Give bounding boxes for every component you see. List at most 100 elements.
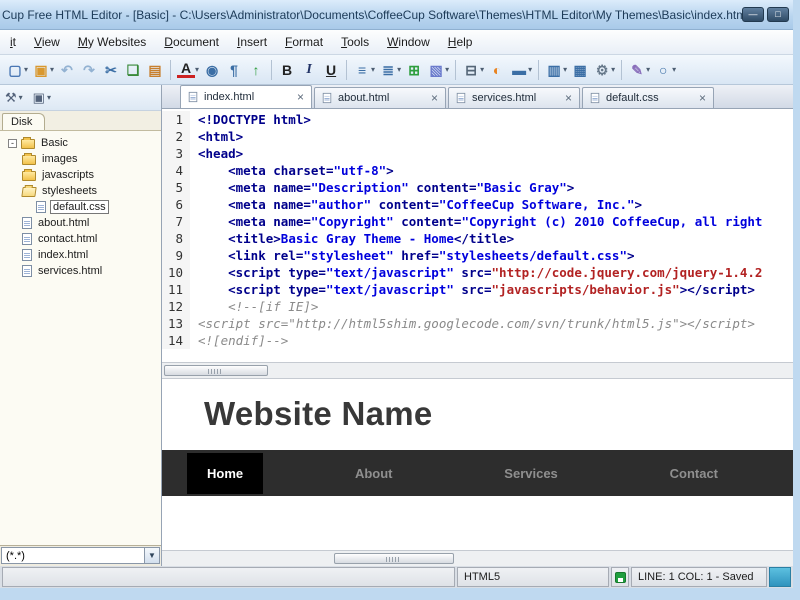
window-titlebar[interactable]: Cup Free HTML Editor - [Basic] - C:\User…	[0, 0, 793, 30]
publish-upload-button[interactable]: ↑	[245, 58, 267, 82]
styles-icon: ▬	[512, 61, 527, 78]
tree-item-basic[interactable]: - Basic	[2, 135, 159, 151]
preview-nav-services[interactable]: Services	[484, 453, 578, 494]
menu-view[interactable]: View	[25, 31, 69, 53]
tree-item-about-html[interactable]: about.html	[2, 215, 159, 231]
copy-button[interactable]: ❏	[122, 58, 144, 82]
tree-item-javascripts[interactable]: javascripts	[2, 167, 159, 183]
list-icon: ≣	[382, 61, 394, 78]
close-icon[interactable]: ×	[297, 91, 304, 103]
frames-icon: ▦	[573, 61, 587, 78]
italic-button[interactable]: I	[298, 58, 320, 82]
scrollbar-thumb[interactable]	[164, 365, 268, 376]
line-number: 9	[162, 247, 190, 264]
editor-horizontal-scrollbar[interactable]	[162, 362, 793, 378]
window-controls: — □	[742, 7, 789, 22]
tab-disk[interactable]: Disk	[2, 113, 46, 130]
preview-nav-home[interactable]: Home	[187, 452, 264, 494]
tree-item-contact-html[interactable]: contact.html	[2, 231, 159, 247]
file-filter-combo[interactable]: (*.*) ▼	[1, 547, 160, 564]
align-button[interactable]: ≡ ▾	[351, 58, 377, 82]
menu-document[interactable]: Document	[155, 31, 228, 53]
maximize-button[interactable]: □	[767, 7, 789, 22]
insert-image-icon: ▧	[429, 61, 443, 78]
bold-button[interactable]: B	[276, 58, 298, 82]
tab-services-html[interactable]: services.html ×	[448, 87, 580, 108]
close-icon[interactable]: ×	[565, 92, 572, 104]
code-editor[interactable]: 1 <!DOCTYPE html> 2 <html> 3 <head> 4 <meta ch…	[162, 109, 793, 362]
minimize-button[interactable]: —	[742, 7, 764, 22]
editor-column: index.html × about.html × services.html × defa…	[162, 85, 793, 566]
code-line: 8 <title>Basic Gray Theme - Home</title>	[162, 230, 793, 247]
code-line: 11 <script type="text/javascript" src="j…	[162, 281, 793, 298]
scrollbar-thumb[interactable]	[334, 553, 454, 564]
chevron-down-icon: ▾	[646, 65, 651, 74]
menu-format[interactable]: Format	[276, 31, 332, 53]
monitor-button[interactable]: ⊟ ▾	[460, 58, 486, 82]
tab-about-html[interactable]: about.html ×	[314, 87, 446, 108]
chevron-down-icon: ▾	[46, 93, 51, 102]
app-window: Cup Free HTML Editor - [Basic] - C:\User…	[0, 0, 800, 600]
color-picker-icon: ◐	[492, 61, 502, 78]
list-button[interactable]: ≣ ▾	[377, 58, 403, 82]
chevron-down-icon[interactable]: ▼	[144, 548, 159, 563]
preview-nav-about[interactable]: About	[335, 453, 413, 494]
styles-button[interactable]: ▬ ▾	[508, 58, 534, 82]
file-panel-tabs: Disk	[0, 111, 161, 131]
menu-tools[interactable]: Tools	[332, 31, 378, 53]
panel-view-button[interactable]: ▣ ▾	[33, 90, 51, 106]
cut-button[interactable]: ✂	[100, 58, 122, 82]
themes-paint-button[interactable]: ✎ ▾	[626, 58, 652, 82]
tools-wrench-button[interactable]: ⚒ ▾	[5, 90, 23, 106]
font-color-button[interactable]: A ▾	[175, 58, 201, 82]
gear-settings-icon: ⚙	[595, 61, 609, 78]
line-number: 1	[162, 111, 190, 128]
frames-button[interactable]: ▦	[569, 58, 591, 82]
close-icon[interactable]: ×	[699, 92, 706, 104]
tab-index-html[interactable]: index.html ×	[180, 85, 312, 108]
gear-settings-button[interactable]: ⚙ ▾	[591, 58, 617, 82]
toolbar-separator	[455, 59, 457, 80]
code-text: <!--[if IE]>	[198, 299, 319, 314]
menu-help[interactable]: Help	[439, 31, 482, 53]
file-filter-value: (*.*)	[6, 549, 25, 562]
menu-insert[interactable]: Insert	[228, 31, 276, 53]
saved-disk-icon	[614, 571, 626, 583]
menu-it[interactable]: it	[1, 31, 25, 53]
link-anchor-button[interactable]: ◉	[201, 58, 223, 82]
preview-nav-contact[interactable]: Contact	[650, 453, 738, 494]
redo-button[interactable]: ↷	[78, 58, 100, 82]
layout-columns-button[interactable]: ▥ ▾	[543, 58, 569, 82]
tab-default-css[interactable]: default.css ×	[582, 87, 714, 108]
new-document-button[interactable]: ▢ ▾	[4, 58, 30, 82]
chevron-down-icon: ▾	[195, 65, 200, 74]
paragraph-marks-button[interactable]: ¶	[223, 58, 245, 82]
tree-item-images[interactable]: images	[2, 151, 159, 167]
tree-item-services-html[interactable]: services.html	[2, 263, 159, 279]
tools-wrench-icon: ⚒	[5, 89, 17, 105]
insert-table-button[interactable]: ⊞	[403, 58, 425, 82]
close-icon[interactable]: ×	[431, 92, 438, 104]
expander-icon[interactable]: -	[8, 138, 17, 148]
menu-my-websites[interactable]: My Websites	[69, 31, 155, 53]
file-panel-toolbar: ⚒ ▾ ▣ ▾	[0, 85, 161, 111]
main-toolbar: ▢ ▾ ▣ ▾ ↶ ↷ ✂ ❏ ▤ A ▾ ◉ ¶ ↑ B I U ≡ ▾ ≣ ▾ ⊞ ▧ ▾ ⊟ ▾ ◐ ▬ ▾ ▥ ▾ ▦ ⚙ ▾ ✎ ▾ ○ ▾	[0, 55, 793, 85]
paste-button[interactable]: ▤	[144, 58, 166, 82]
font-color-icon: A	[177, 61, 196, 78]
tree-item-default-css[interactable]: default.css	[2, 199, 159, 215]
tree-item-stylesheets[interactable]: stylesheets	[2, 183, 159, 199]
window-title: Cup Free HTML Editor - [Basic] - C:\User…	[2, 7, 742, 22]
preview-site-title: Website Name	[204, 395, 433, 432]
menu-window[interactable]: Window	[378, 31, 439, 53]
redo-icon: ↷	[83, 61, 95, 78]
toolbar-separator	[170, 59, 172, 80]
tree-item-index-html[interactable]: index.html	[2, 247, 159, 263]
underline-button[interactable]: U	[320, 58, 342, 82]
undo-button[interactable]: ↶	[56, 58, 78, 82]
open-file-button[interactable]: ▣ ▾	[30, 58, 56, 82]
preview-horizontal-scrollbar[interactable]	[162, 550, 793, 566]
zoom-button[interactable]: ○ ▾	[652, 58, 678, 82]
color-picker-button[interactable]: ◐	[486, 58, 508, 82]
main-area: ⚒ ▾ ▣ ▾ Disk - Basic images javascripts stylesh…	[0, 85, 793, 566]
insert-image-button[interactable]: ▧ ▾	[425, 58, 451, 82]
